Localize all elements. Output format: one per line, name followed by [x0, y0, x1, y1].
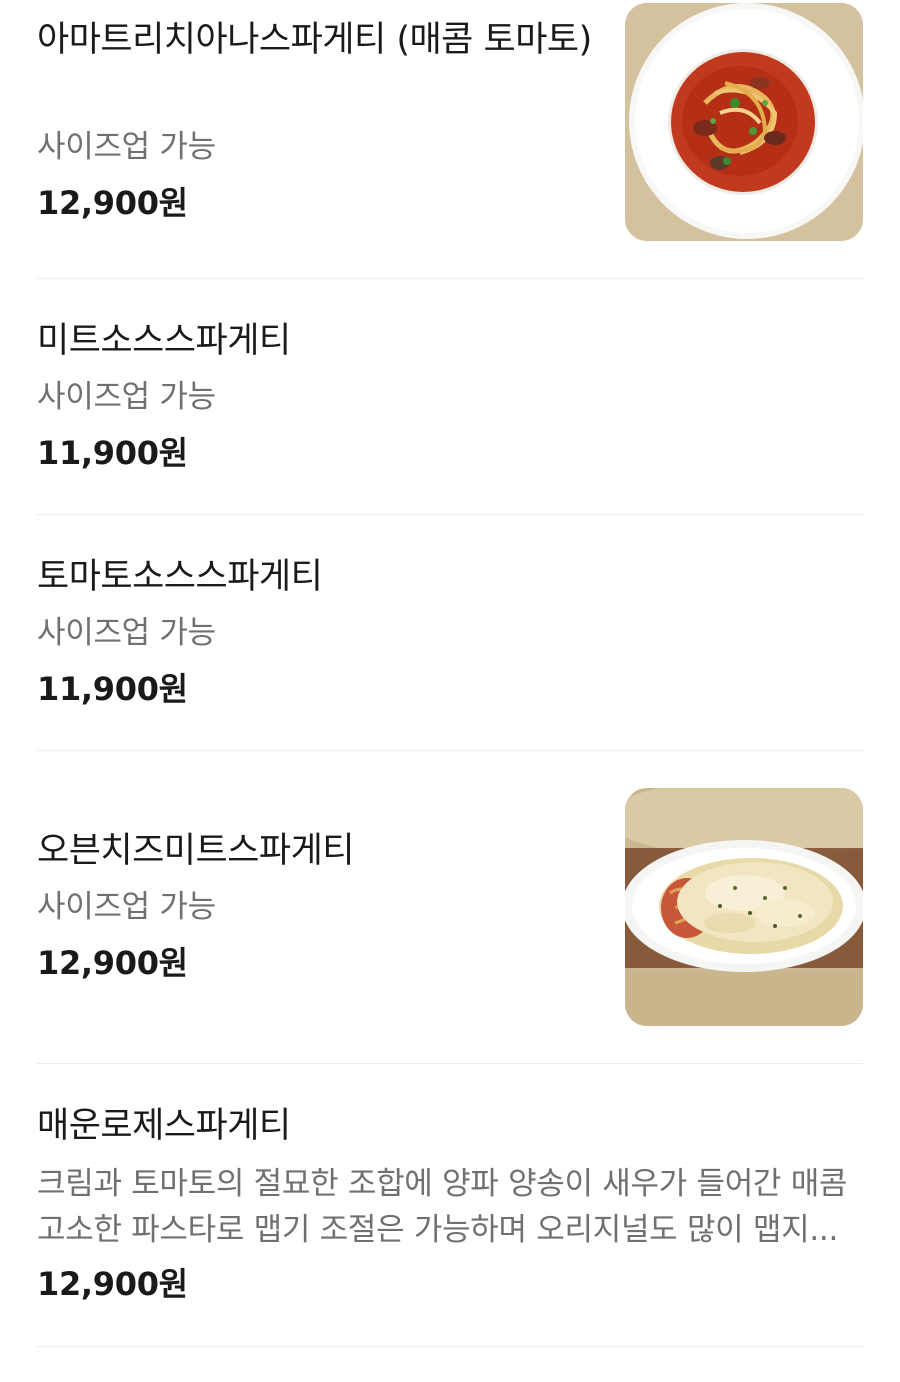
menu-item-name: 토마토소스스파게티 — [37, 557, 323, 597]
menu-item-oven-cheese-meat[interactable]: 오븐치즈미트스파게티 사이즈업 가능 12,900원 — [37, 751, 863, 1064]
menu-item-price: 11,900원 — [37, 670, 188, 708]
menu-list: 아마트리치아나스파게티 (매콤 토마토) 사이즈업 가능 12,900원 미트소… — [0, 0, 900, 1382]
menu-item-spicy-rose[interactable]: 매운로제스파게티 크림과 토마토의 절묘한 조합에 양파 양송이 새우가 들어간… — [37, 1064, 863, 1347]
menu-item-name: 오븐치즈미트스파게티 — [37, 831, 355, 871]
oven-cheese-pasta-image — [625, 788, 863, 1026]
menu-item-photo-oven-cheese — [625, 788, 863, 1026]
menu-item-price: 12,900원 — [37, 184, 188, 222]
menu-item-name: 매운로제스파게티 — [37, 1106, 291, 1146]
menu-item-description: 사이즈업 가능 — [37, 615, 216, 651]
menu-item-tomato-sauce[interactable]: 토마토소스스파게티 사이즈업 가능 11,900원 — [37, 515, 863, 751]
menu-item-meat-sauce[interactable]: 미트소스스파게티 사이즈업 가능 11,900원 — [37, 279, 863, 515]
amatriciana-pasta-image — [625, 3, 863, 241]
menu-item-price: 12,900원 — [37, 1265, 188, 1303]
menu-item-name: 미트소스스파게티 — [37, 321, 291, 361]
menu-item-name: 아마트리치아나스파게티 (매콤 토마토) — [37, 20, 592, 60]
menu-item-description: 사이즈업 가능 — [37, 889, 216, 925]
menu-item-price: 11,900원 — [37, 434, 188, 472]
menu-item-description: 사이즈업 가능 — [37, 379, 216, 415]
menu-item-description: 크림과 토마토의 절묘한 조합에 양파 양송이 새우가 들어간 매콤 고소한 파… — [37, 1166, 848, 1248]
menu-item-amatriciana[interactable]: 아마트리치아나스파게티 (매콤 토마토) 사이즈업 가능 12,900원 — [37, 0, 863, 279]
menu-item-price: 12,900원 — [37, 944, 188, 982]
menu-item-photo-amatriciana — [625, 3, 863, 241]
menu-item-description: 사이즈업 가능 — [37, 129, 216, 165]
